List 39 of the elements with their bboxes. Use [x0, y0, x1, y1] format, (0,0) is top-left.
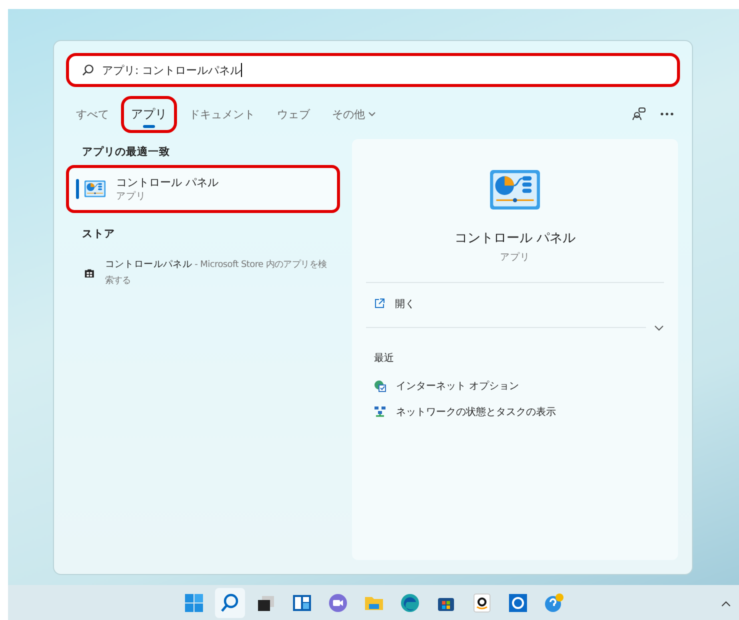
- filter-tab[interactable]: すべて: [68, 98, 117, 130]
- recent-heading: 最近: [374, 352, 395, 365]
- control-panel-icon: [84, 180, 106, 198]
- preview-title: コントロール パネル: [454, 230, 576, 247]
- control-panel-icon: [489, 169, 541, 211]
- preview-subtitle: アプリ: [500, 250, 530, 264]
- open-link[interactable]: 開く: [366, 296, 664, 311]
- result-item[interactable]: コントロールパネル - Microsoft Store 内のアプリを検索する: [68, 249, 338, 297]
- recent-item[interactable]: ネットワークの状態とタスクの表示: [366, 404, 664, 419]
- result-subtitle: アプリ: [116, 190, 147, 203]
- recent-item[interactable]: インターネット オプション: [366, 378, 664, 393]
- video-chat-icon: [328, 592, 348, 612]
- network-icon: [374, 406, 386, 418]
- result-item[interactable]: コントロール パネル アプリ: [68, 167, 338, 211]
- search-icon: [220, 592, 240, 612]
- globe-document-icon: [374, 380, 386, 392]
- widgets-icon: [292, 592, 312, 612]
- result-title: コントロール パネル: [116, 175, 218, 190]
- search-text: アプリ: コントロールパネル: [102, 62, 242, 78]
- section-heading: ストア: [82, 227, 116, 241]
- chevron-down-icon[interactable]: [654, 324, 664, 331]
- search-icon: [82, 64, 94, 76]
- filter-tab[interactable]: その他: [324, 98, 384, 130]
- app-icon: [508, 592, 528, 612]
- shopping-bag-icon: [84, 267, 95, 279]
- filter-tab[interactable]: ドキュメント: [181, 98, 263, 130]
- more-icon: [660, 112, 674, 116]
- open-external-icon: [374, 298, 385, 310]
- result-title: コントロールパネル - Microsoft Store 内のアプリを検索する: [104, 258, 328, 288]
- filter-tab[interactable]: アプリ: [123, 98, 175, 130]
- person-chat-icon: [632, 107, 646, 121]
- section-heading: アプリの最適一致: [82, 145, 171, 159]
- search-field[interactable]: アプリ: コントロールパネル: [68, 55, 678, 85]
- help-icon: [544, 592, 564, 612]
- chevron-up-icon: [721, 601, 731, 607]
- windows-logo-icon: [184, 592, 204, 612]
- filter-tab[interactable]: ウェブ: [269, 98, 318, 130]
- chevron-down-icon: [368, 111, 376, 117]
- browser-icon: [400, 592, 420, 612]
